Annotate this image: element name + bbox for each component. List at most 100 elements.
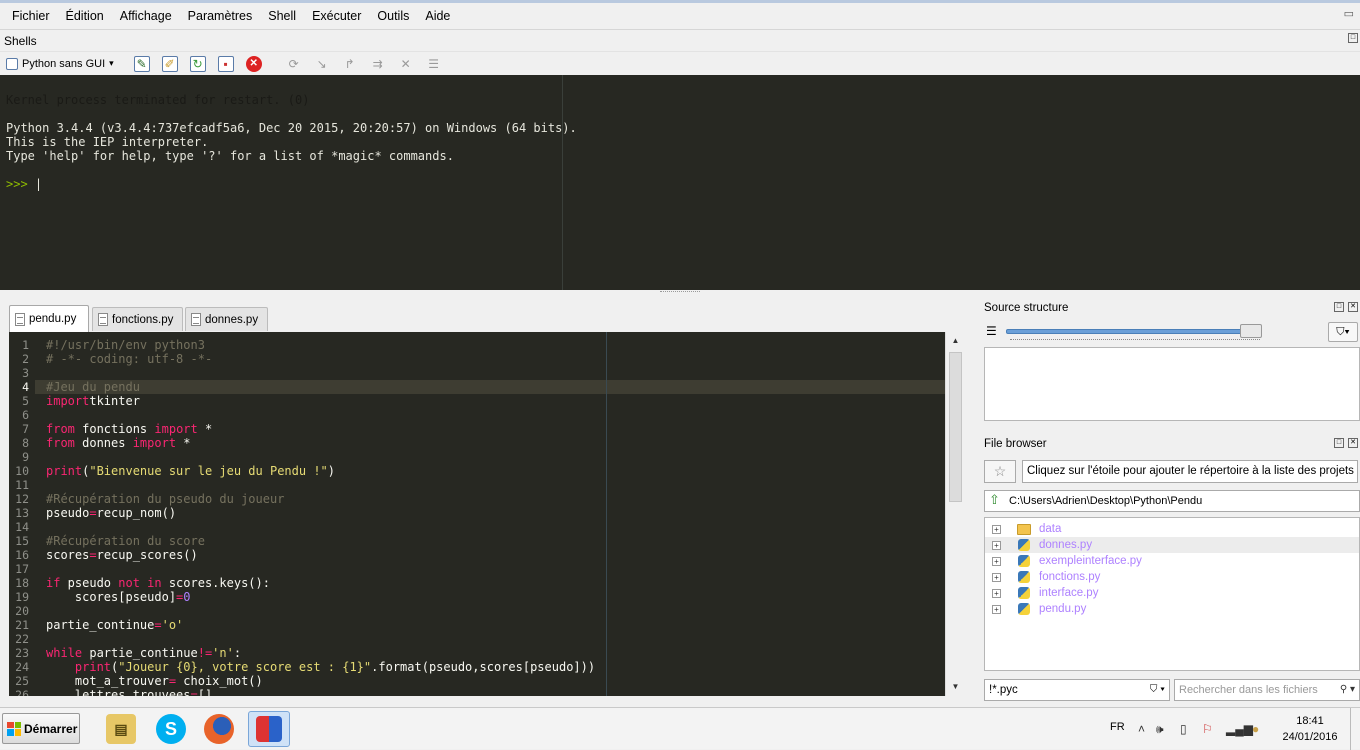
code-line[interactable]: pseudo=recup_nom() (46, 506, 595, 520)
code-line[interactable] (46, 366, 595, 380)
close-shell-icon[interactable]: ✕ (245, 55, 262, 72)
code-editor[interactable]: 1 2 3 4 5 6 7 8 9 10 11 12 13 14 15 16 17 18 19 20 21 22 23 24 2… (9, 332, 945, 696)
stack-list-icon[interactable]: ☰ (426, 56, 442, 72)
restart-shell-icon[interactable]: ↻ (189, 55, 206, 72)
shell-prompt-line[interactable]: >>> | (6, 177, 1360, 191)
tab-pendu[interactable]: pendu.py (9, 305, 89, 332)
expand-icon[interactable]: + (992, 605, 1001, 614)
file-tree-item[interactable]: + pendu.py (985, 601, 1359, 617)
edit-config-icon[interactable]: ✐ (161, 55, 178, 72)
scroll-up-icon[interactable]: ▲ (949, 334, 962, 348)
tray-expand-icon[interactable]: ˄ (1138, 722, 1145, 736)
code-line[interactable] (46, 562, 595, 576)
code-line[interactable]: while partie_continue!='n': (46, 646, 595, 660)
menu-executer[interactable]: Exécuter (304, 9, 369, 23)
shell-console[interactable]: Kernel process terminated for restart. (… (0, 75, 1360, 290)
undock-icon[interactable]: □ (1348, 33, 1358, 43)
code-line[interactable]: #Récupération du pseudo du joueur (46, 492, 595, 506)
clock[interactable]: 18:41 24/01/2016 (1278, 713, 1342, 745)
menu-shell[interactable]: Shell (260, 9, 304, 23)
code-line[interactable]: scores=recup_scores() (46, 548, 595, 562)
expand-icon[interactable]: + (992, 589, 1001, 598)
code-line[interactable] (46, 520, 595, 534)
expand-icon[interactable]: + (992, 557, 1001, 566)
code-line[interactable]: #!/usr/bin/env python3 (46, 338, 595, 352)
step-in-icon[interactable]: ↱ (342, 56, 358, 72)
network-icon[interactable]: ▂▄▆ (1226, 722, 1253, 736)
close-icon[interactable]: ✕ (1348, 438, 1358, 448)
undock-icon[interactable]: □ (1334, 302, 1344, 312)
code-line[interactable]: from donnes import * (46, 436, 595, 450)
scroll-thumb[interactable] (949, 352, 962, 502)
menu-outils[interactable]: Outils (369, 9, 417, 23)
project-combo[interactable]: Cliquez sur l'étoile pour ajouter le rép… (1022, 460, 1358, 483)
alert-icon[interactable]: ⚐ (1202, 722, 1213, 736)
tab-donnes[interactable]: donnes.py (185, 307, 268, 331)
menu-fichier[interactable]: Fichier (4, 9, 58, 23)
volume-icon[interactable]: 🕪 (1156, 722, 1164, 737)
search-input[interactable]: Rechercher dans les fichiers ⚲ ▾ (1174, 679, 1360, 701)
menu-edition[interactable]: Édition (58, 9, 112, 23)
start-button[interactable]: Démarrer (2, 713, 80, 744)
file-tree[interactable]: + data + donnes.py + exempleinterface.py + fonc… (984, 517, 1360, 671)
code-line[interactable]: if pseudo not in scores.keys(): (46, 576, 595, 590)
filter-button[interactable]: ⛉▾ (1328, 322, 1358, 342)
taskbar-explorer[interactable]: ▤ (100, 711, 142, 747)
window-control-icon[interactable]: ▭ (1344, 7, 1354, 20)
slider-handle[interactable] (1240, 324, 1262, 338)
code-line[interactable]: #Jeu du pendu (46, 380, 595, 394)
menu-affichage[interactable]: Affichage (112, 9, 180, 23)
source-structure-tree[interactable] (984, 347, 1360, 421)
tab-fonctions[interactable]: fonctions.py (92, 307, 183, 331)
scroll-down-icon[interactable]: ▼ (949, 680, 962, 694)
code-line[interactable] (46, 450, 595, 464)
code-line[interactable] (46, 478, 595, 492)
new-shell-icon[interactable]: ✎ (133, 55, 150, 72)
file-tree-item[interactable]: + donnes.py (985, 537, 1359, 553)
code-line[interactable]: importtkinter (46, 394, 595, 408)
show-desktop-button[interactable] (1350, 708, 1360, 750)
code-line[interactable] (46, 632, 595, 646)
app-tray-icon[interactable]: ● (1252, 722, 1259, 736)
close-icon[interactable]: ✕ (1348, 302, 1358, 312)
code-text[interactable]: #!/usr/bin/env python3 # -*- coding: utf-… (46, 338, 595, 696)
code-line[interactable]: from fonctions import * (46, 422, 595, 436)
taskbar-firefox[interactable] (198, 711, 240, 747)
file-tree-item[interactable]: + interface.py (985, 585, 1359, 601)
taskbar-iep[interactable] (248, 711, 290, 747)
slider-track[interactable] (1006, 329, 1260, 334)
code-line[interactable]: scores[pseudo]=0 (46, 590, 595, 604)
file-tree-item[interactable]: + fonctions.py (985, 569, 1359, 585)
stop-debug-icon[interactable]: ✕ (398, 56, 414, 72)
code-line[interactable]: lettres_trouvees=[] (46, 688, 595, 696)
code-line[interactable]: print("Joueur {0}, votre score est : {1}… (46, 660, 595, 674)
shell-selector[interactable]: Python sans GUI ▾ (6, 57, 114, 70)
file-filter-input[interactable]: !*.pyc ⛉ ▾ (984, 679, 1170, 701)
code-line[interactable] (46, 408, 595, 422)
search-icon[interactable]: ⚲ ▾ (1340, 680, 1355, 700)
device-icon[interactable]: ▯ (1180, 722, 1187, 736)
structure-depth-slider[interactable]: ☰ ⛉▾ (984, 322, 1360, 344)
file-tree-item[interactable]: + exempleinterface.py (985, 553, 1359, 569)
step-out-icon[interactable]: ⇉ (370, 56, 386, 72)
expand-icon[interactable]: + (992, 573, 1001, 582)
taskbar-skype[interactable]: S (150, 711, 192, 747)
filter-dropdown-icon[interactable]: ⛉ ▾ (1150, 680, 1165, 700)
expand-icon[interactable]: + (992, 525, 1001, 534)
code-line[interactable]: print("Bienvenue sur le jeu du Pendu !") (46, 464, 595, 478)
menu-parametres[interactable]: Paramètres (180, 9, 261, 23)
code-line[interactable]: # -*- coding: utf-8 -*- (46, 352, 595, 366)
language-indicator[interactable]: FR (1110, 721, 1125, 733)
code-line[interactable]: #Récupération du score (46, 534, 595, 548)
terminate-shell-icon[interactable]: ▪ (217, 55, 234, 72)
undock-icon[interactable]: □ (1334, 438, 1344, 448)
splitter-grip[interactable] (660, 291, 700, 294)
editor-scrollbar[interactable]: ▲ ▼ (945, 332, 965, 696)
path-input[interactable]: ⇧ C:\Users\Adrien\Desktop\Python\Pendu (984, 490, 1360, 512)
debug-stop-icon[interactable]: ⟳ (286, 56, 302, 72)
step-over-icon[interactable]: ↘ (314, 56, 330, 72)
code-line[interactable] (46, 604, 595, 618)
code-line[interactable]: partie_continue='o' (46, 618, 595, 632)
code-line[interactable]: mot_a_trouver= choix_mot() (46, 674, 595, 688)
folder-up-icon[interactable]: ⇧ (989, 493, 1000, 507)
